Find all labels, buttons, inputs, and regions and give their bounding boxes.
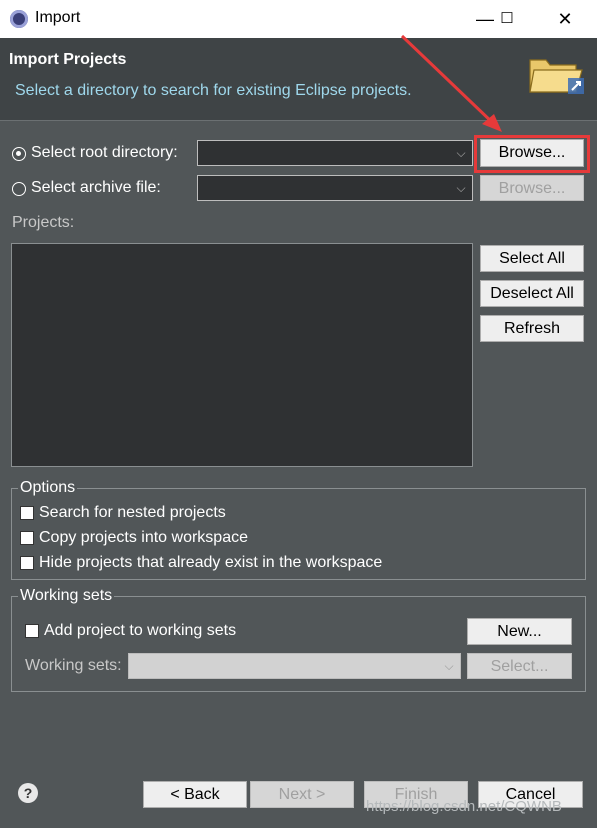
root-directory-label: Select root directory: [31, 144, 178, 161]
help-icon[interactable]: ? [18, 783, 38, 803]
projects-list[interactable] [11, 243, 473, 467]
projects-label: Projects: [12, 214, 75, 231]
chevron-down-icon[interactable]: ⌵ [450, 141, 472, 165]
deselect-all-button[interactable]: Deselect All [480, 280, 584, 307]
root-directory-combo[interactable]: ⌵ [197, 140, 473, 166]
watermark: https://blog.csdn.net/CQWNB [366, 798, 562, 815]
header-band: Import Projects Select a directory to se… [0, 38, 597, 121]
browse-archive-button[interactable]: Browse... [480, 175, 584, 201]
highlight-box [474, 135, 590, 173]
search-nested-label: Search for nested projects [39, 504, 226, 521]
working-sets-legend: Working sets [18, 587, 115, 605]
hide-existing-checkbox[interactable] [20, 556, 34, 570]
refresh-button[interactable]: Refresh [480, 315, 584, 342]
back-button[interactable]: < Back [143, 781, 247, 808]
close-button[interactable]: ✕ [542, 0, 588, 38]
working-sets-label: Working sets: [25, 657, 122, 674]
maximize-button[interactable]: ☐ [484, 0, 530, 38]
select-working-set-button[interactable]: Select... [467, 653, 572, 679]
working-sets-combo[interactable]: ⌵ [128, 653, 461, 679]
root-directory-radio[interactable] [12, 147, 26, 161]
window-title: Import [35, 9, 81, 26]
search-nested-checkbox[interactable] [20, 506, 34, 520]
page-subtitle: Select a directory to search for existin… [15, 82, 412, 99]
chevron-down-icon[interactable]: ⌵ [438, 654, 460, 678]
archive-file-label: Select archive file: [31, 179, 161, 196]
select-all-button[interactable]: Select All [480, 245, 584, 272]
new-working-set-button[interactable]: New... [467, 618, 572, 645]
eclipse-icon [10, 10, 28, 28]
copy-projects-label: Copy projects into workspace [39, 529, 248, 546]
hide-existing-label: Hide projects that already exist in the … [39, 554, 383, 571]
chevron-down-icon[interactable]: ⌵ [450, 176, 472, 200]
copy-projects-checkbox[interactable] [20, 531, 34, 545]
archive-file-combo[interactable]: ⌵ [197, 175, 473, 201]
import-dialog: Import Projects Select a directory to se… [0, 38, 597, 828]
add-to-working-sets-label: Add project to working sets [44, 622, 237, 639]
page-title: Import Projects [9, 51, 127, 68]
title-bar: Import — ☐ ✕ [0, 0, 597, 38]
next-button[interactable]: Next > [250, 781, 354, 808]
options-legend: Options [18, 479, 78, 497]
folder-icon [529, 59, 584, 94]
archive-file-radio[interactable] [12, 182, 26, 196]
add-to-working-sets-checkbox[interactable] [25, 624, 39, 638]
